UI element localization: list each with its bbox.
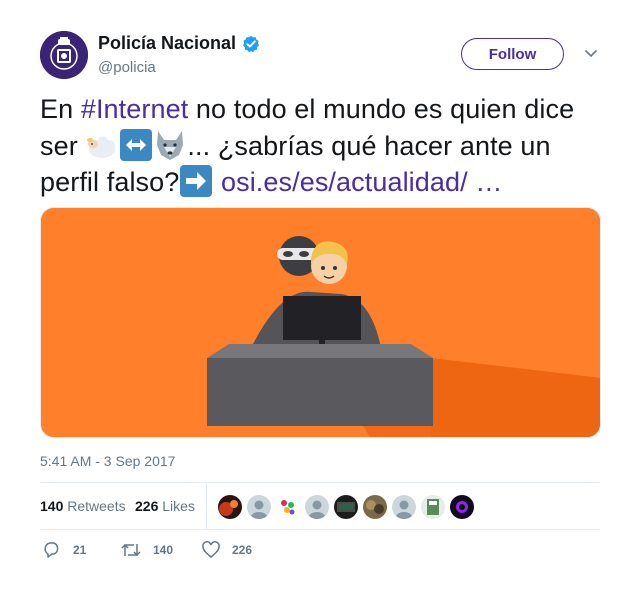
heart-icon [202,541,220,558]
retweet-icon [121,543,141,557]
like-count: 226 [232,543,253,557]
name-row: Policía Nacional [98,33,260,54]
retweet-button[interactable]: 140 [121,541,173,559]
liker-avatar[interactable] [247,495,271,519]
url-link[interactable]: osi.es/es/actualidad/ [221,167,468,197]
tweet-header: Policía Nacional @policia Follow [40,31,600,81]
likes-label: Likes [162,498,195,514]
display-name[interactable]: Policía Nacional [98,33,236,54]
tweet-timestamp[interactable]: 5:41 AM - 3 Sep 2017 [40,453,175,469]
likes-count: 226 [135,498,159,514]
retweet-count: 140 [153,543,174,557]
like-button[interactable]: 226 [202,541,252,559]
reply-button[interactable]: 21 [43,541,86,559]
tweet-media-image[interactable] [40,207,601,438]
ellipsis-link[interactable]: … [468,167,503,197]
liker-avatar[interactable] [392,495,416,519]
tweet-stats: 140 Retweets 226 Likes [40,483,600,529]
retweets-count: 140 [40,498,64,514]
user-handle[interactable]: @policia [98,59,156,76]
hashtag-link[interactable]: #Internet [81,94,188,124]
tweet-text-segment: En [40,94,81,124]
stats-separator [206,483,207,529]
follow-button[interactable]: Follow [461,38,564,70]
sheep-emoji-icon [85,129,119,161]
liker-avatar[interactable] [276,495,300,519]
chevron-down-icon[interactable] [584,46,598,60]
reply-count: 21 [73,543,87,557]
liker-avatar[interactable] [218,495,242,519]
avatar[interactable] [40,31,88,79]
verified-badge-icon [242,35,260,53]
tweet-text: En #Internet no todo el mundo es quien d… [40,91,610,201]
right-arrow-icon [179,165,213,197]
wolf-emoji-icon [153,129,187,161]
liker-avatar[interactable] [305,495,329,519]
liker-avatar[interactable] [421,495,445,519]
liker-avatar[interactable] [450,495,474,519]
fake-profile-illustration [41,208,600,437]
liker-avatar[interactable] [363,495,387,519]
reply-icon [44,542,59,558]
retweets-stat[interactable]: 140 Retweets [40,498,126,514]
likes-stat[interactable]: 226 Likes [135,498,195,514]
liker-avatar[interactable] [334,495,358,519]
tweet-actions: 21 140 226 [40,541,600,563]
retweets-label: Retweets [67,498,126,514]
left-right-arrow-icon [119,128,153,161]
divider [40,529,600,530]
tweet-text-segment [213,167,221,197]
